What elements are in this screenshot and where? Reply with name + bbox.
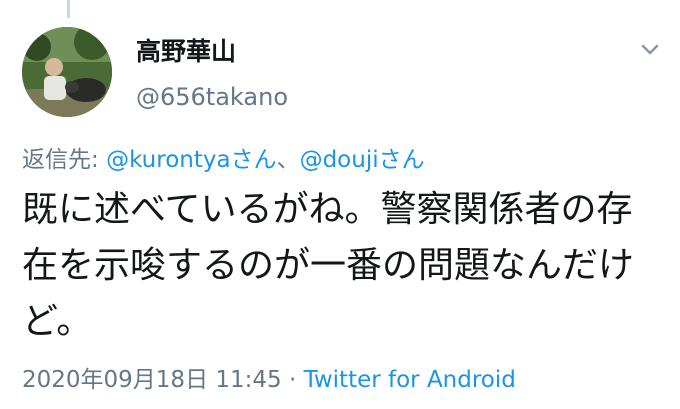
- tweet-text: 既に述べているがね。警察関係者の存在を示唆するのが一番の問題なんだけど。: [22, 189, 635, 342]
- tweet-card: 高野華山 @656takano 返信先: @kurontyaさん、@doujiさ…: [0, 0, 680, 409]
- thread-connector-line: [67, 0, 70, 18]
- meta-dot-separator: ·: [281, 367, 304, 393]
- reply-to-label: 返信先:: [22, 147, 107, 173]
- tweet-source-link[interactable]: Twitter for Android: [304, 367, 516, 393]
- reply-to-line: 返信先: @kurontyaさん、@doujiさん: [22, 140, 425, 174]
- reply-separator: 、: [276, 147, 300, 173]
- tweet-meta: 2020年09月18日 11:45 · Twitter for Android: [22, 360, 516, 394]
- chevron-down-icon[interactable]: [637, 40, 663, 60]
- reply-mention-kurontya[interactable]: @kurontyaさん: [106, 147, 277, 173]
- display-name[interactable]: 高野華山: [136, 32, 236, 68]
- tweet-timestamp[interactable]: 2020年09月18日 11:45: [22, 367, 282, 393]
- user-handle[interactable]: @656takano: [136, 83, 288, 111]
- reply-mention-douji[interactable]: @doujiさん: [300, 147, 425, 173]
- avatar[interactable]: [22, 27, 112, 117]
